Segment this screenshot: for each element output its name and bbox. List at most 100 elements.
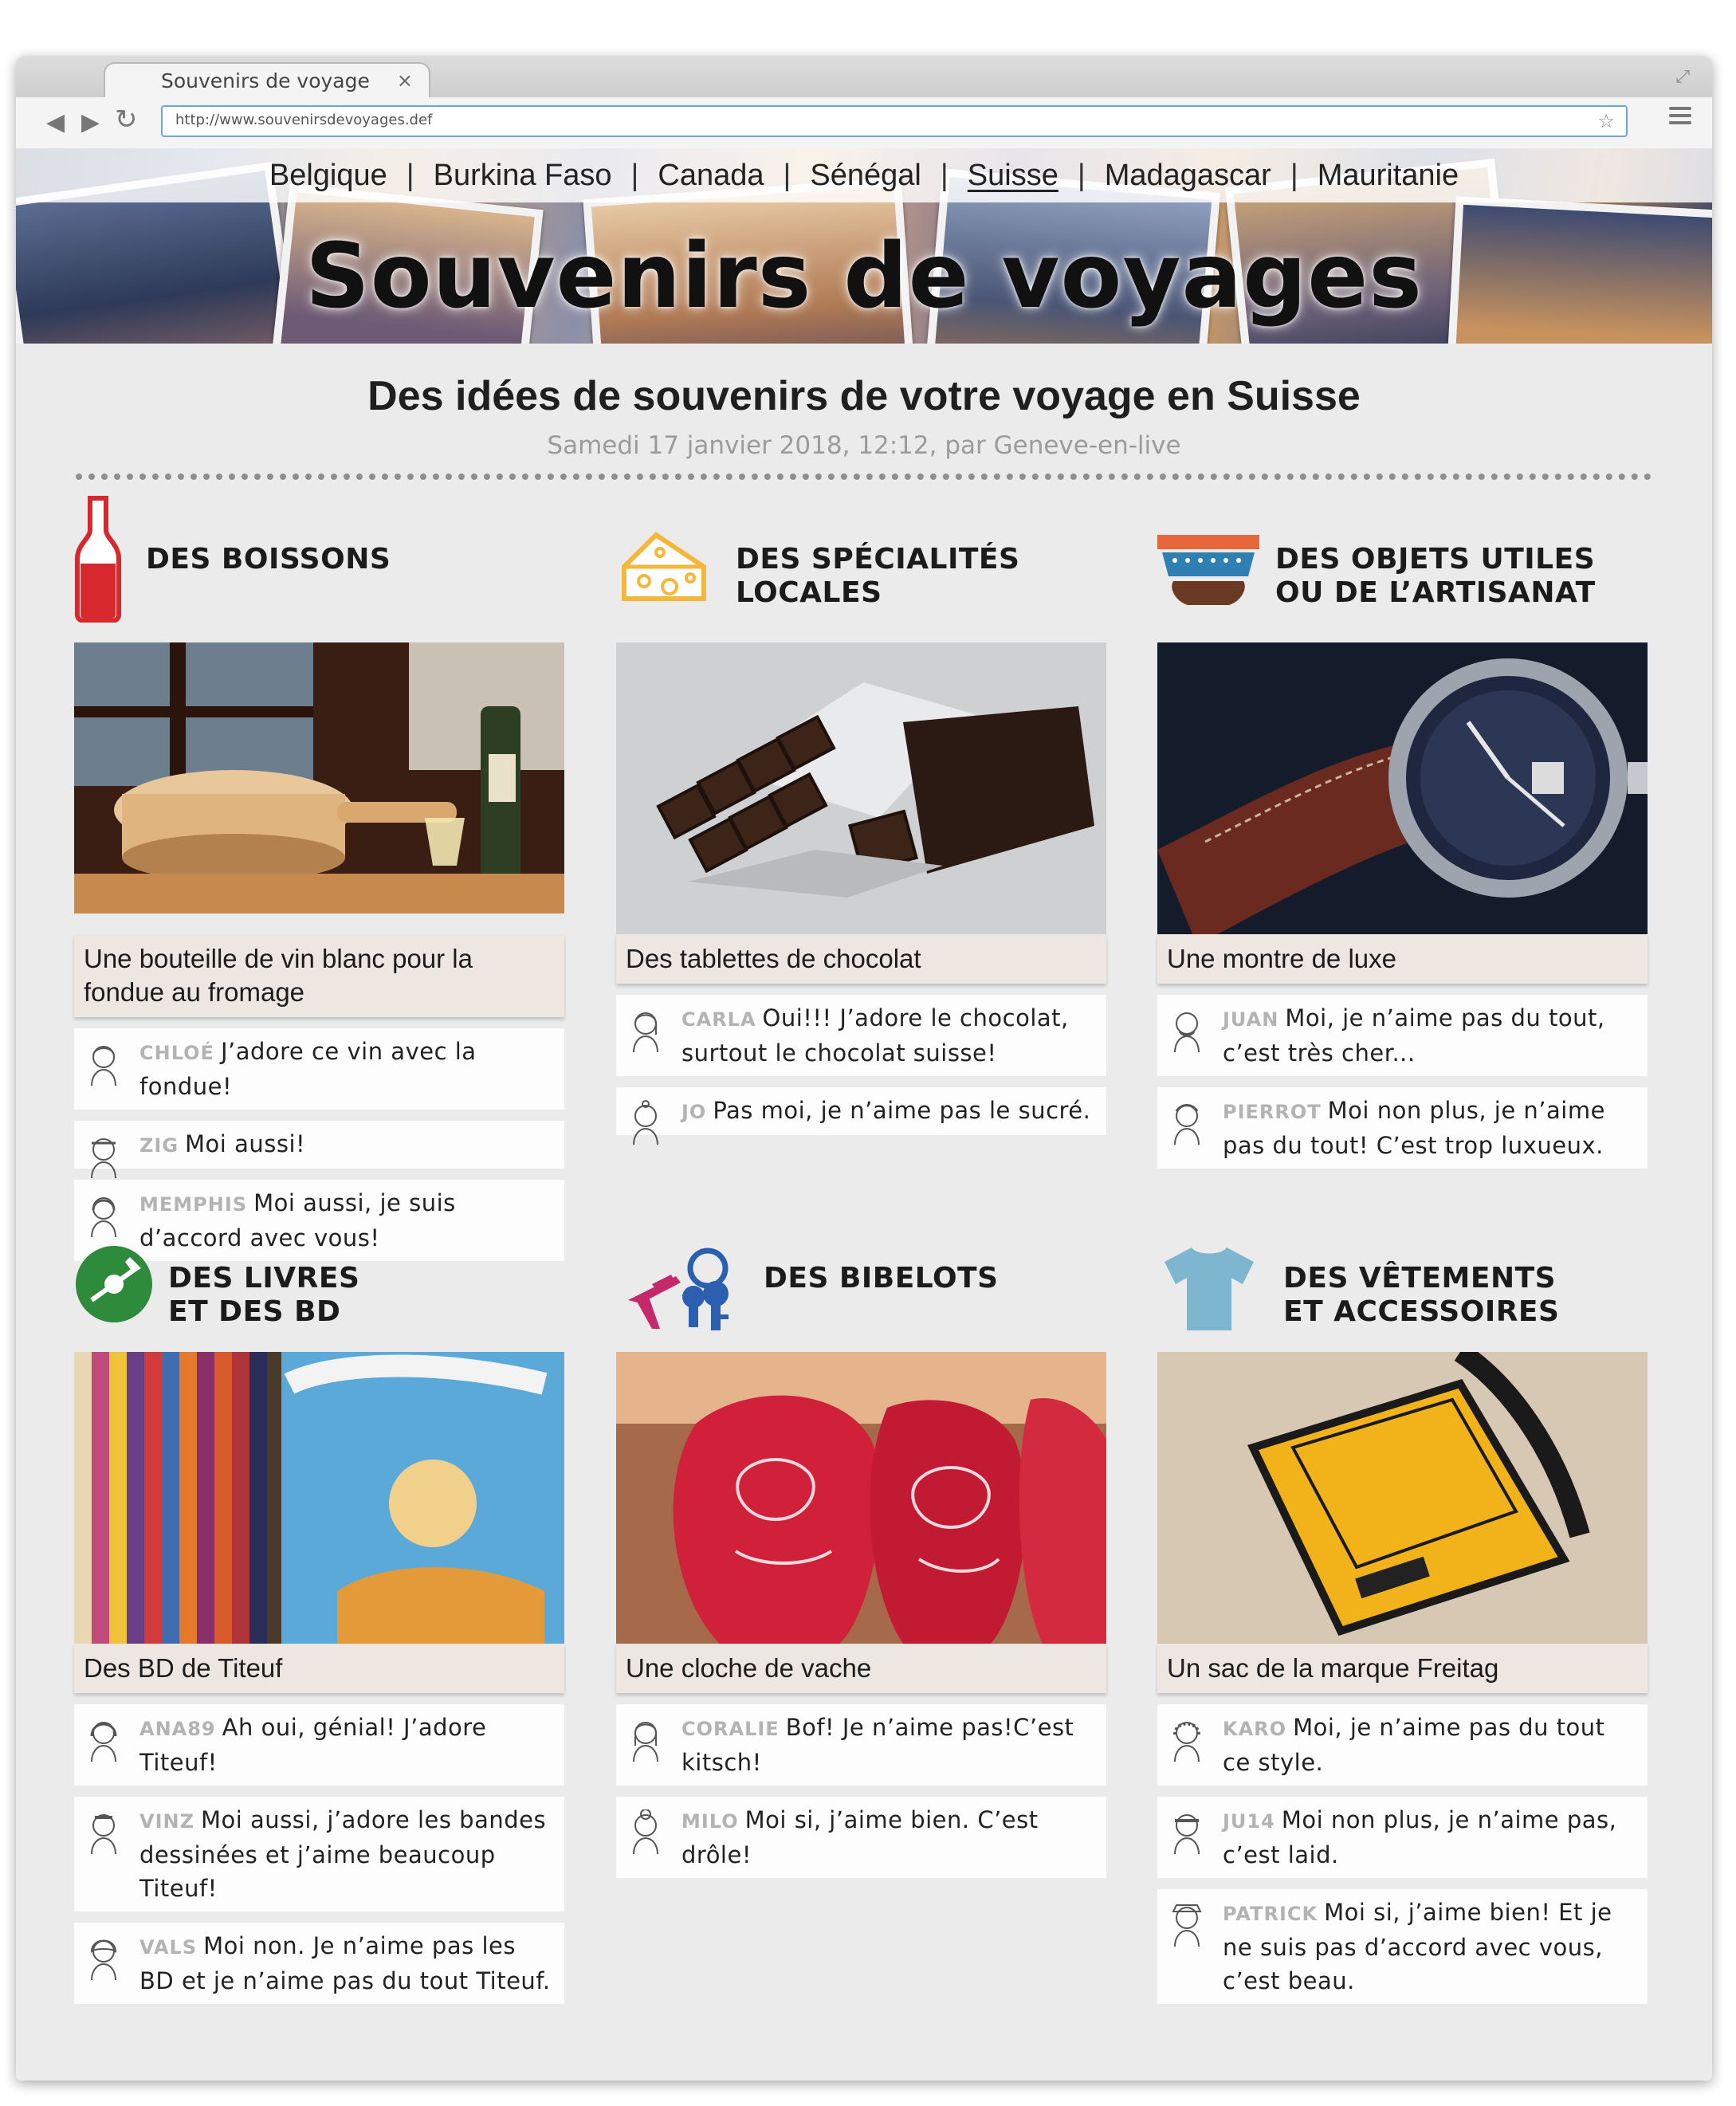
url-input[interactable]: http://www.souvenirsdevoyages.def ☆: [161, 105, 1628, 137]
comment-text: Moi, je n’aime pas du tout, c’est très c…: [1223, 1004, 1605, 1067]
comment: KARO Moi, je n’aime pas du tout ce style.: [1157, 1704, 1648, 1786]
fondue-photo: [74, 642, 564, 934]
back-icon[interactable]: ◀: [46, 108, 65, 136]
nav-separator: |: [1077, 158, 1086, 192]
article-byline: Samedi 17 janvier 2018, 12:12, par Genev…: [547, 431, 1181, 460]
comment-username[interactable]: MILO: [681, 1810, 739, 1833]
user-avatar-icon: [1174, 1012, 1200, 1053]
dotted-divider: [76, 473, 1652, 480]
section-specialites: DES SPÉCIALITÉS LOCALES Des tablettes de…: [616, 495, 1106, 1145]
reload-icon[interactable]: ↻: [115, 104, 138, 136]
comment-username[interactable]: CORALIE: [681, 1718, 780, 1740]
comics-photo: [74, 1352, 564, 1644]
comment: CHLOÉ J’adore ce vin avec la fondue!: [74, 1028, 564, 1110]
comment: VINZ Moi aussi, j’adore les bandes dessin…: [74, 1797, 564, 1912]
menu-icon[interactable]: [1669, 107, 1691, 126]
keychain-eiffel-icon: [628, 1247, 729, 1330]
user-avatar-icon: [90, 1939, 117, 1981]
cheese-icon: [622, 532, 706, 601]
comment: PATRICK Moi si, j’aime bien! Et je ne sui…: [1157, 1889, 1648, 2004]
tab-close-icon[interactable]: ×: [397, 69, 413, 92]
comment: PIERROT Moi non plus, je n’aime pas du to…: [1157, 1087, 1648, 1169]
user-avatar-icon: [1172, 1904, 1202, 1947]
comment-username[interactable]: JUAN: [1223, 1008, 1278, 1031]
freitag-bag-photo: [1157, 1352, 1648, 1644]
url-text: http://www.souvenirsdevoyages.def: [175, 112, 433, 128]
photo-caption: Des tablettes de chocolat: [616, 934, 1106, 984]
nav-separator: |: [630, 158, 639, 192]
bookmark-star-icon[interactable]: ☆: [1597, 110, 1615, 132]
comment-username[interactable]: ANA89: [139, 1718, 216, 1740]
comment-username[interactable]: ZIG: [139, 1134, 179, 1157]
photo-caption: Une cloche de vache: [616, 1644, 1106, 1693]
photo-caption: Une montre de luxe: [1157, 934, 1648, 984]
user-avatar-icon: [91, 1814, 116, 1855]
comment-username[interactable]: JO: [681, 1101, 706, 1123]
user-avatar-icon: [633, 1012, 658, 1053]
nav-item-belgique[interactable]: Belgique: [250, 159, 407, 193]
comment: JU14 Moi non plus, je n’aime pas, c’est l…: [1157, 1797, 1648, 1878]
section-boissons: DES BOISSONS Une bouteille de vin blanc …: [74, 495, 564, 1261]
user-avatar-icon: [1174, 1104, 1200, 1145]
section-title: DES BIBELOTS: [764, 1262, 999, 1295]
tab-title: Souvenirs de voyage: [161, 69, 370, 92]
nav-separator: |: [940, 158, 949, 192]
address-bar: ◀ ▶ ↻ http://www.souvenirsdevoyages.def …: [16, 97, 1712, 149]
section-title: OU DE L’ARTISANAT: [1275, 576, 1596, 609]
comment-username[interactable]: CARLA: [681, 1008, 756, 1031]
article-content: Des idées de souvenirs de votre voyage e…: [16, 344, 1712, 2080]
nav-item-madagascar[interactable]: Madagascar: [1086, 159, 1290, 193]
comment: CORALIE Bof! Je n’aime pas!C’est kitsch!: [616, 1704, 1106, 1786]
section-bibelots: DES BIBELOTS Une cloche de vache CORALIE…: [616, 1244, 1106, 1878]
user-avatar-icon: [91, 1197, 116, 1238]
nav-item-mauritanie[interactable]: Mauritanie: [1298, 159, 1478, 193]
book-disc-icon: [76, 1246, 152, 1322]
section-livres: DES LIVRES ET DES BD Des BD de Titeuf AN…: [74, 1244, 564, 2004]
site-banner: Belgique | Burkina Faso | Canada | Sénég…: [16, 148, 1712, 344]
comment-text: Pas moi, je n’aime pas le sucré.: [713, 1097, 1091, 1124]
user-avatar-icon: [91, 1138, 116, 1179]
user-avatar-icon: [633, 1100, 658, 1145]
comment-text: Moi non plus, je n’aime pas, c’est laid.: [1223, 1806, 1617, 1868]
chocolate-photo: [616, 642, 1106, 934]
user-avatar-icon: [90, 1722, 117, 1762]
section-title: ET ACCESSOIRES: [1283, 1295, 1560, 1328]
tshirt-icon: [1165, 1247, 1254, 1330]
section-title: DES SPÉCIALITÉS: [736, 543, 1020, 576]
forward-icon[interactable]: ▶: [81, 108, 100, 136]
user-avatar-icon: [633, 1722, 658, 1762]
comment-username[interactable]: PATRICK: [1223, 1903, 1318, 1925]
comment-text: Moi non. Je n’aime pas les BD et je n’ai…: [139, 1932, 551, 1994]
comment-username[interactable]: CHLOÉ: [139, 1042, 214, 1064]
comment-username[interactable]: VALS: [139, 1936, 197, 1959]
section-title: DES LIVRES: [168, 1262, 360, 1295]
nav-item-canada[interactable]: Canada: [638, 159, 783, 193]
comment-username[interactable]: PIERROT: [1223, 1101, 1322, 1123]
craft-pottery-icon: [1157, 535, 1259, 605]
article-title: Des idées de souvenirs de votre voyage e…: [367, 373, 1361, 419]
nav-item-suisse[interactable]: Suisse: [949, 159, 1078, 193]
nav-item-burkina-faso[interactable]: Burkina Faso: [414, 159, 631, 193]
user-avatar-icon: [633, 1809, 658, 1855]
section-title: DES OBJETS UTILES: [1275, 543, 1596, 576]
comment-username[interactable]: JU14: [1223, 1810, 1275, 1833]
browser-tab[interactable]: Souvenirs de voyage ×: [104, 62, 430, 97]
resize-icon[interactable]: ⤢: [1675, 67, 1690, 87]
comment-username[interactable]: MEMPHIS: [139, 1193, 247, 1216]
photo-caption: Un sac de la marque Freitag: [1157, 1644, 1648, 1693]
comment-username[interactable]: VINZ: [139, 1810, 194, 1833]
nav-separator: |: [1290, 158, 1298, 192]
comment: JO Pas moi, je n’aime pas le sucré.: [616, 1087, 1106, 1145]
section-title: DES BOISSONS: [146, 543, 391, 576]
comment-text: Moi aussi, j’adore les bandes dessinées …: [139, 1806, 547, 1902]
comment: CARLA Oui!!! J’adore le chocolat, surtout…: [616, 995, 1106, 1076]
comment-text: Moi aussi!: [185, 1130, 306, 1157]
bottle-icon: [75, 496, 121, 623]
site-title: Souvenirs de voyages: [305, 225, 1423, 328]
nav-item-senegal[interactable]: Sénégal: [791, 159, 940, 193]
section-title: DES VÊTEMENTS: [1283, 1262, 1557, 1295]
section-objets: DES OBJETS UTILES OU DE L’ARTISANAT Une …: [1157, 495, 1648, 1169]
comment-username[interactable]: KARO: [1223, 1718, 1286, 1740]
comment: JUAN Moi, je n’aime pas du tout, c’est tr…: [1157, 995, 1648, 1076]
title-bar: Souvenirs de voyage × ⤢: [16, 56, 1712, 97]
